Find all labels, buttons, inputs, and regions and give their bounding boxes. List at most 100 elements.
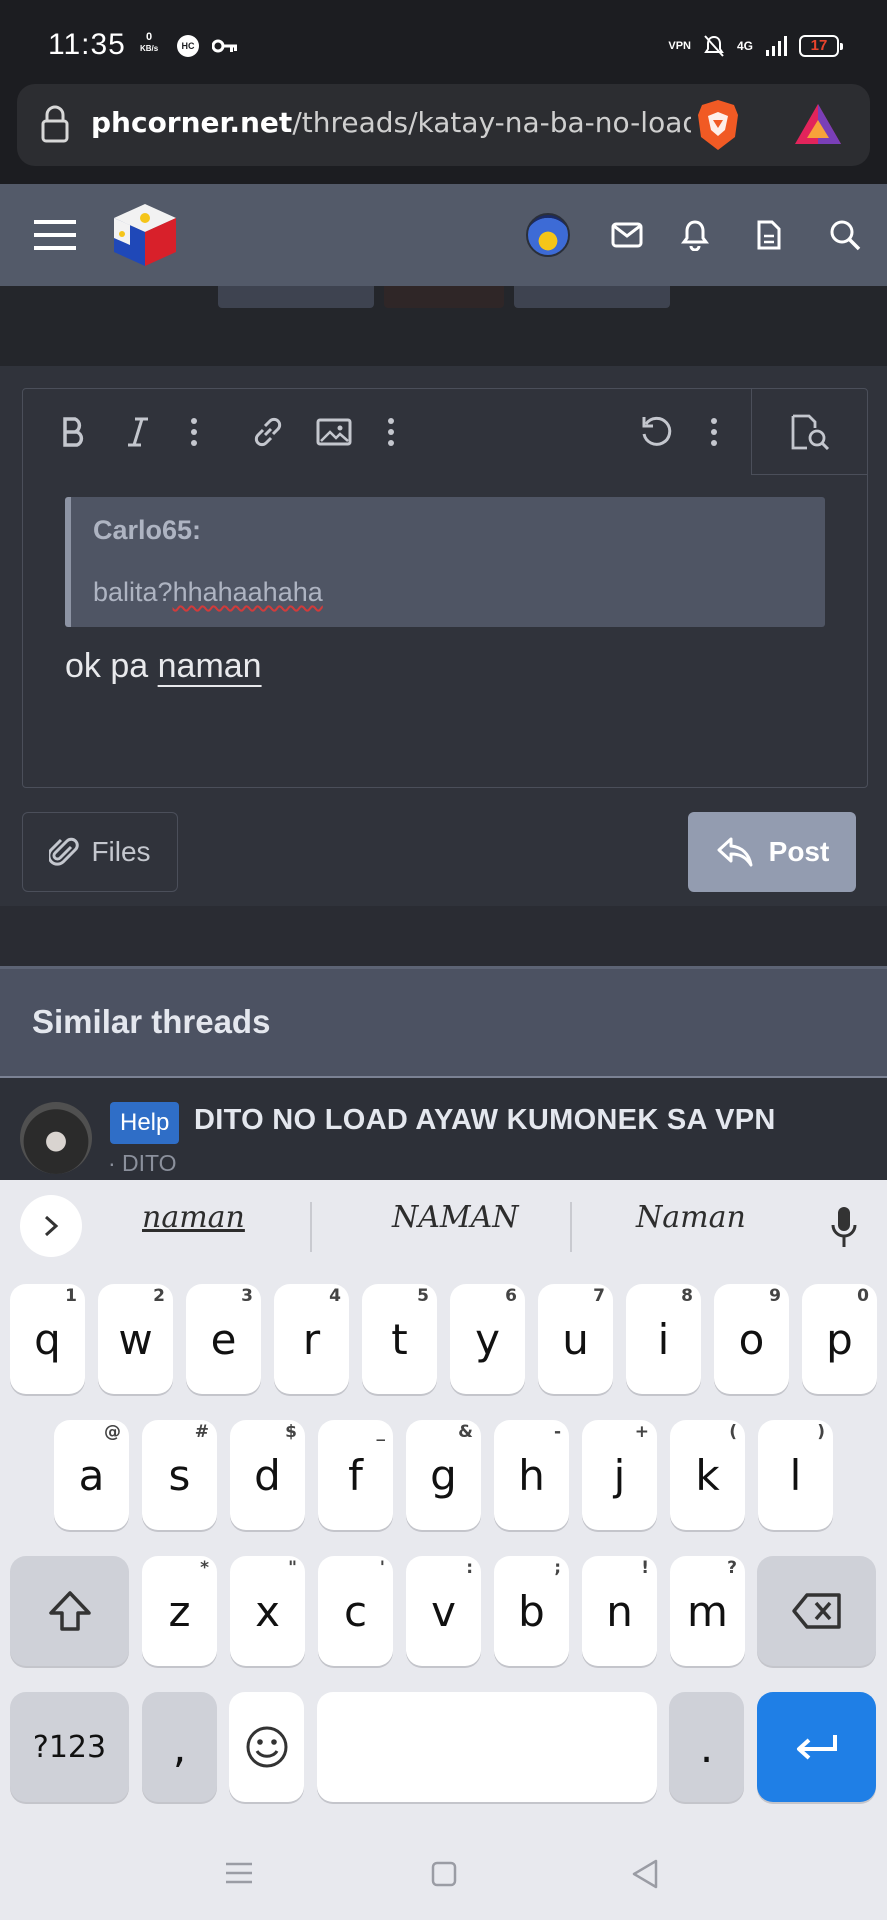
key-label: m — [687, 1586, 728, 1636]
voice-input-button[interactable] — [824, 1204, 864, 1250]
recent-apps-icon[interactable] — [224, 1860, 254, 1886]
key-r[interactable]: 4r — [274, 1284, 349, 1394]
key-hint: 1 — [65, 1286, 77, 1306]
key-label: d — [254, 1450, 281, 1500]
key-hint: ) — [817, 1422, 825, 1442]
key-l[interactable]: ) l — [758, 1420, 833, 1530]
key-z[interactable]: * z — [142, 1556, 217, 1666]
bold-button[interactable] — [51, 409, 97, 455]
key-hint: 0 — [857, 1286, 869, 1306]
key-w[interactable]: 2w — [98, 1284, 173, 1394]
attach-files-button[interactable]: Files — [22, 812, 178, 892]
space-key[interactable] — [317, 1692, 657, 1802]
more-text-options-button[interactable] — [171, 409, 217, 455]
undo-icon — [642, 416, 672, 446]
lock-icon[interactable] — [39, 104, 71, 144]
backspace-key[interactable] — [757, 1556, 876, 1666]
vpn-icon: VPN — [668, 40, 691, 52]
reaction-tab[interactable] — [514, 286, 670, 308]
back-icon[interactable] — [630, 1858, 660, 1890]
key-t[interactable]: 5t — [362, 1284, 437, 1394]
link-icon — [254, 417, 282, 447]
key-e[interactable]: 3e — [186, 1284, 261, 1394]
key-b[interactable]: ; b — [494, 1556, 569, 1666]
emoji-key[interactable] — [229, 1692, 304, 1802]
comma-key[interactable]: , — [142, 1692, 217, 1802]
key-n[interactable]: ! n — [582, 1556, 657, 1666]
address-bar[interactable]: phcorner.net/threads/katay-na-ba-no-load… — [17, 84, 870, 166]
misspelled-word: hhahaahaha — [172, 577, 323, 607]
messages-button[interactable] — [604, 184, 650, 286]
key-g[interactable]: & g — [406, 1420, 481, 1530]
key-o[interactable]: 9o — [714, 1284, 789, 1394]
keyboard-expand-button[interactable] — [20, 1195, 82, 1257]
search-icon — [830, 220, 861, 251]
symbols-key[interactable]: ?123 — [10, 1692, 129, 1802]
brave-rewards-icon[interactable] — [793, 102, 843, 146]
shift-key[interactable] — [10, 1556, 129, 1666]
user-avatar-button[interactable] — [524, 184, 572, 286]
rich-text-editor[interactable]: Carlo65: balita?hhahaahaha ok pa naman — [22, 388, 868, 788]
period-key[interactable]: . — [669, 1692, 744, 1802]
brave-shield-icon[interactable] — [695, 98, 741, 152]
key-k[interactable]: (k — [670, 1420, 745, 1530]
similar-thread-item[interactable]: Help DITO NO LOAD AYAW KUMONEK SA VPN · … — [0, 1078, 887, 1180]
reply-text[interactable]: ok pa naman — [65, 647, 262, 686]
key-v[interactable]: :v — [406, 1556, 481, 1666]
alerts-button[interactable] — [672, 184, 718, 286]
key-a[interactable]: @ a — [54, 1420, 129, 1530]
key-u[interactable]: 7u — [538, 1284, 613, 1394]
key-s[interactable]: # s — [142, 1420, 217, 1530]
search-button[interactable] — [820, 184, 870, 286]
key-label: p — [826, 1314, 853, 1364]
status-time: 11:35 — [48, 28, 126, 61]
key-hint: & — [458, 1422, 473, 1442]
enter-key[interactable] — [757, 1692, 876, 1802]
key-f[interactable]: _ f — [318, 1420, 393, 1530]
envelope-icon — [611, 222, 643, 248]
key-q[interactable]: 1q — [10, 1284, 85, 1394]
files-label: Files — [91, 836, 151, 867]
thread-title-link[interactable]: DITO NO LOAD AYAW KUMONEK SA VPN — [194, 1104, 776, 1137]
more-options-button[interactable] — [691, 409, 737, 455]
key-p[interactable]: 0p — [802, 1284, 877, 1394]
key-h[interactable]: -h — [494, 1420, 569, 1530]
composing-word: naman — [157, 647, 262, 685]
key-i[interactable]: 8i — [626, 1284, 701, 1394]
site-logo[interactable] — [108, 184, 182, 286]
quote-author: Carlo65: — [93, 515, 202, 545]
italic-button[interactable] — [115, 409, 161, 455]
insert-link-button[interactable] — [245, 409, 291, 455]
post-reply-button[interactable]: Post — [688, 812, 856, 892]
key-y[interactable]: 6y — [450, 1284, 525, 1394]
key-label: r — [302, 1314, 321, 1364]
suggestion-2[interactable]: NAMAN — [392, 1200, 519, 1235]
key-hint: 7 — [593, 1286, 605, 1306]
thread-forum[interactable]: · DITO — [108, 1150, 177, 1177]
url-text[interactable]: phcorner.net/threads/katay-na-ba-no-load… — [91, 106, 691, 139]
home-icon[interactable] — [430, 1860, 458, 1888]
reaction-tab[interactable] — [218, 286, 374, 308]
key-c[interactable]: ' c — [318, 1556, 393, 1666]
preview-button[interactable] — [751, 389, 867, 475]
paperclip-icon — [49, 837, 80, 866]
undo-button[interactable] — [633, 409, 679, 455]
key-d[interactable]: $ d — [230, 1420, 305, 1530]
reply-arrow-icon — [717, 837, 753, 867]
more-insert-options-button[interactable] — [368, 409, 414, 455]
whats-new-button[interactable] — [746, 184, 792, 286]
key-hint: ( — [729, 1422, 737, 1442]
reaction-tab[interactable] — [384, 286, 504, 308]
thread-author-avatar[interactable] — [20, 1102, 92, 1174]
menu-button[interactable] — [30, 184, 80, 286]
insert-image-button[interactable] — [311, 409, 357, 455]
key-x[interactable]: " x — [230, 1556, 305, 1666]
key-m[interactable]: ? m — [670, 1556, 745, 1666]
thread-prefix-badge[interactable]: Help — [110, 1102, 180, 1144]
key-j[interactable]: + j — [582, 1420, 657, 1530]
system-navigation-bar — [0, 1830, 887, 1920]
suggestion-1[interactable]: naman — [142, 1200, 245, 1235]
key-hint: ! — [641, 1558, 649, 1578]
suggestion-3[interactable]: Naman — [636, 1200, 746, 1235]
page-body: Carlo65: balita?hhahaahaha ok pa naman F… — [0, 286, 887, 1180]
